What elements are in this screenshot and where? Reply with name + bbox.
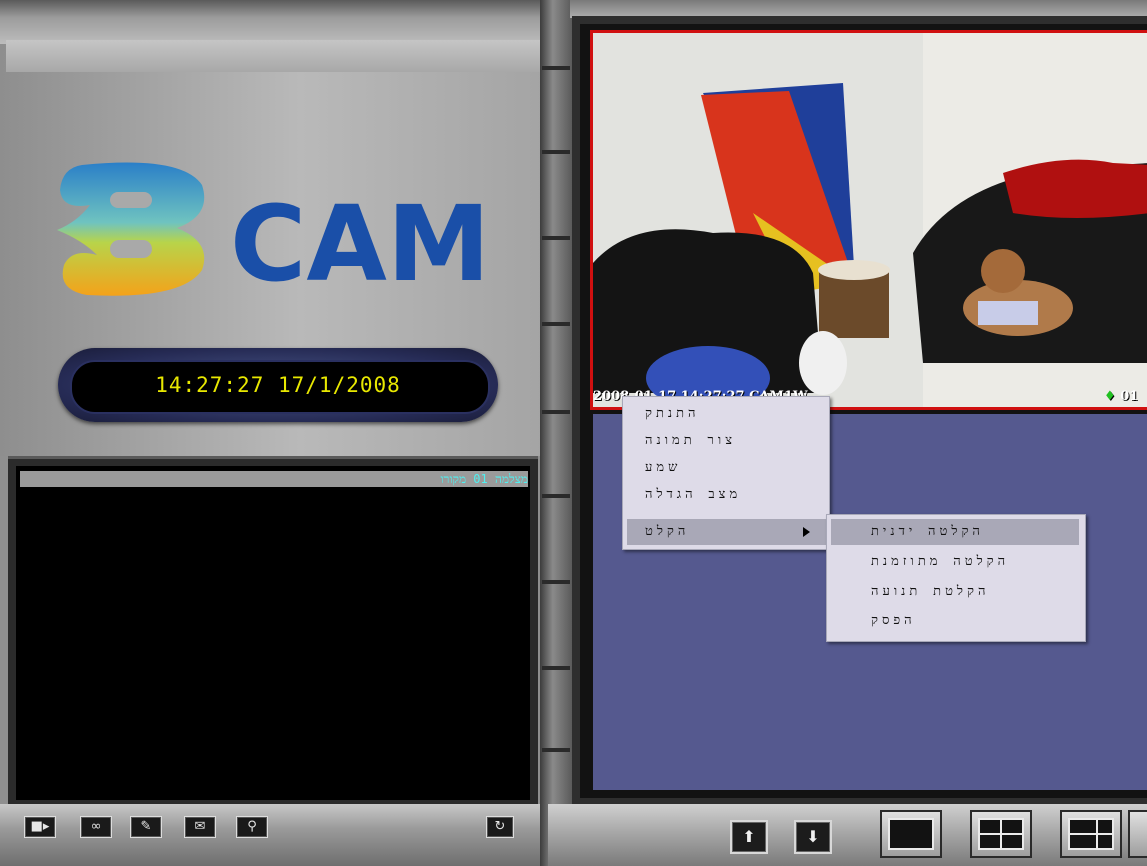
submenu-item-scheduled-record[interactable]: הקלטה מתוזמנת xyxy=(831,549,1079,575)
record-submenu: הקלטה ידנית הקלטה מתוזמנת הקלטת תנועה הפ… xyxy=(826,514,1086,642)
page-up-button[interactable]: ⬆ xyxy=(730,820,768,854)
submenu-item-motion-record[interactable]: הקלטת תנועה xyxy=(831,579,1079,605)
left-top-bar xyxy=(0,0,553,44)
page-down-icon: ⬇ xyxy=(806,827,820,846)
layout-6-icon xyxy=(1068,818,1114,850)
layout-4-icon xyxy=(978,818,1024,850)
camera-icon[interactable]: ■▸ xyxy=(24,816,56,838)
playback-icon[interactable]: ∞ xyxy=(80,816,112,838)
menu-item-audio[interactable]: שמע xyxy=(627,455,823,481)
clock-readout: 14:27:27 17/1/2008 xyxy=(70,360,486,410)
layout-more-button[interactable] xyxy=(1128,810,1147,858)
search-icon[interactable]: ⚲ xyxy=(236,816,268,838)
divider-notch xyxy=(542,580,570,584)
divider-notch xyxy=(542,236,570,240)
divider-notch xyxy=(542,748,570,752)
logo-eight-mark xyxy=(57,162,205,296)
logo-text: CAM xyxy=(230,183,490,300)
camera-feed-image xyxy=(593,33,1147,407)
left-header-strip xyxy=(6,40,546,72)
event-log[interactable] xyxy=(16,466,530,800)
divider-notch xyxy=(542,150,570,154)
record-indicator-icon: ♦ xyxy=(1104,389,1116,404)
camera-view-1[interactable] xyxy=(590,30,1147,410)
camera-overlay-channel: ♦ 01 xyxy=(1104,389,1138,404)
panel-divider xyxy=(540,0,572,866)
submenu-item-manual-record[interactable]: הקלטה ידנית xyxy=(831,519,1079,545)
divider-notch xyxy=(542,494,570,498)
submenu-item-stop[interactable]: הפסק xyxy=(831,608,1079,634)
app-logo: CAM xyxy=(52,160,502,305)
refresh-icon[interactable]: ↻ xyxy=(486,816,514,838)
menu-item-zoom-mode[interactable]: מצב הגדלה xyxy=(627,482,823,508)
clock-date: 17/1/2008 xyxy=(278,373,401,397)
page-down-button[interactable]: ⬇ xyxy=(794,820,832,854)
page-up-icon: ⬆ xyxy=(742,827,756,846)
alarm-icon[interactable]: ✉ xyxy=(184,816,216,838)
right-toolbar xyxy=(548,804,1147,866)
menu-item-disconnect[interactable]: התנתק xyxy=(627,401,823,427)
submenu-arrow-icon xyxy=(803,527,810,537)
divider-notch xyxy=(542,410,570,414)
event-log-row-text: מצלמה 01 מקורו xyxy=(440,472,528,486)
settings-icon[interactable]: ✎ xyxy=(130,816,162,838)
divider-notch xyxy=(542,666,570,670)
layout-1-icon xyxy=(888,818,934,850)
context-menu: התנתק צור תמונה שמע מצב הגדלה הקלט xyxy=(622,396,830,550)
logo-graphic: CAM xyxy=(57,162,490,305)
layout-4-button[interactable] xyxy=(970,810,1032,858)
layout-1-button[interactable] xyxy=(880,810,942,858)
menu-item-snapshot[interactable]: צור תמונה xyxy=(627,428,823,454)
clock-time: 14:27:27 xyxy=(155,373,265,397)
divider-notch xyxy=(542,322,570,326)
divider-notch xyxy=(542,66,570,70)
layout-6-button[interactable] xyxy=(1060,810,1122,858)
camera-channel-number: 01 xyxy=(1120,389,1139,404)
menu-item-record[interactable]: הקלט xyxy=(627,519,827,545)
